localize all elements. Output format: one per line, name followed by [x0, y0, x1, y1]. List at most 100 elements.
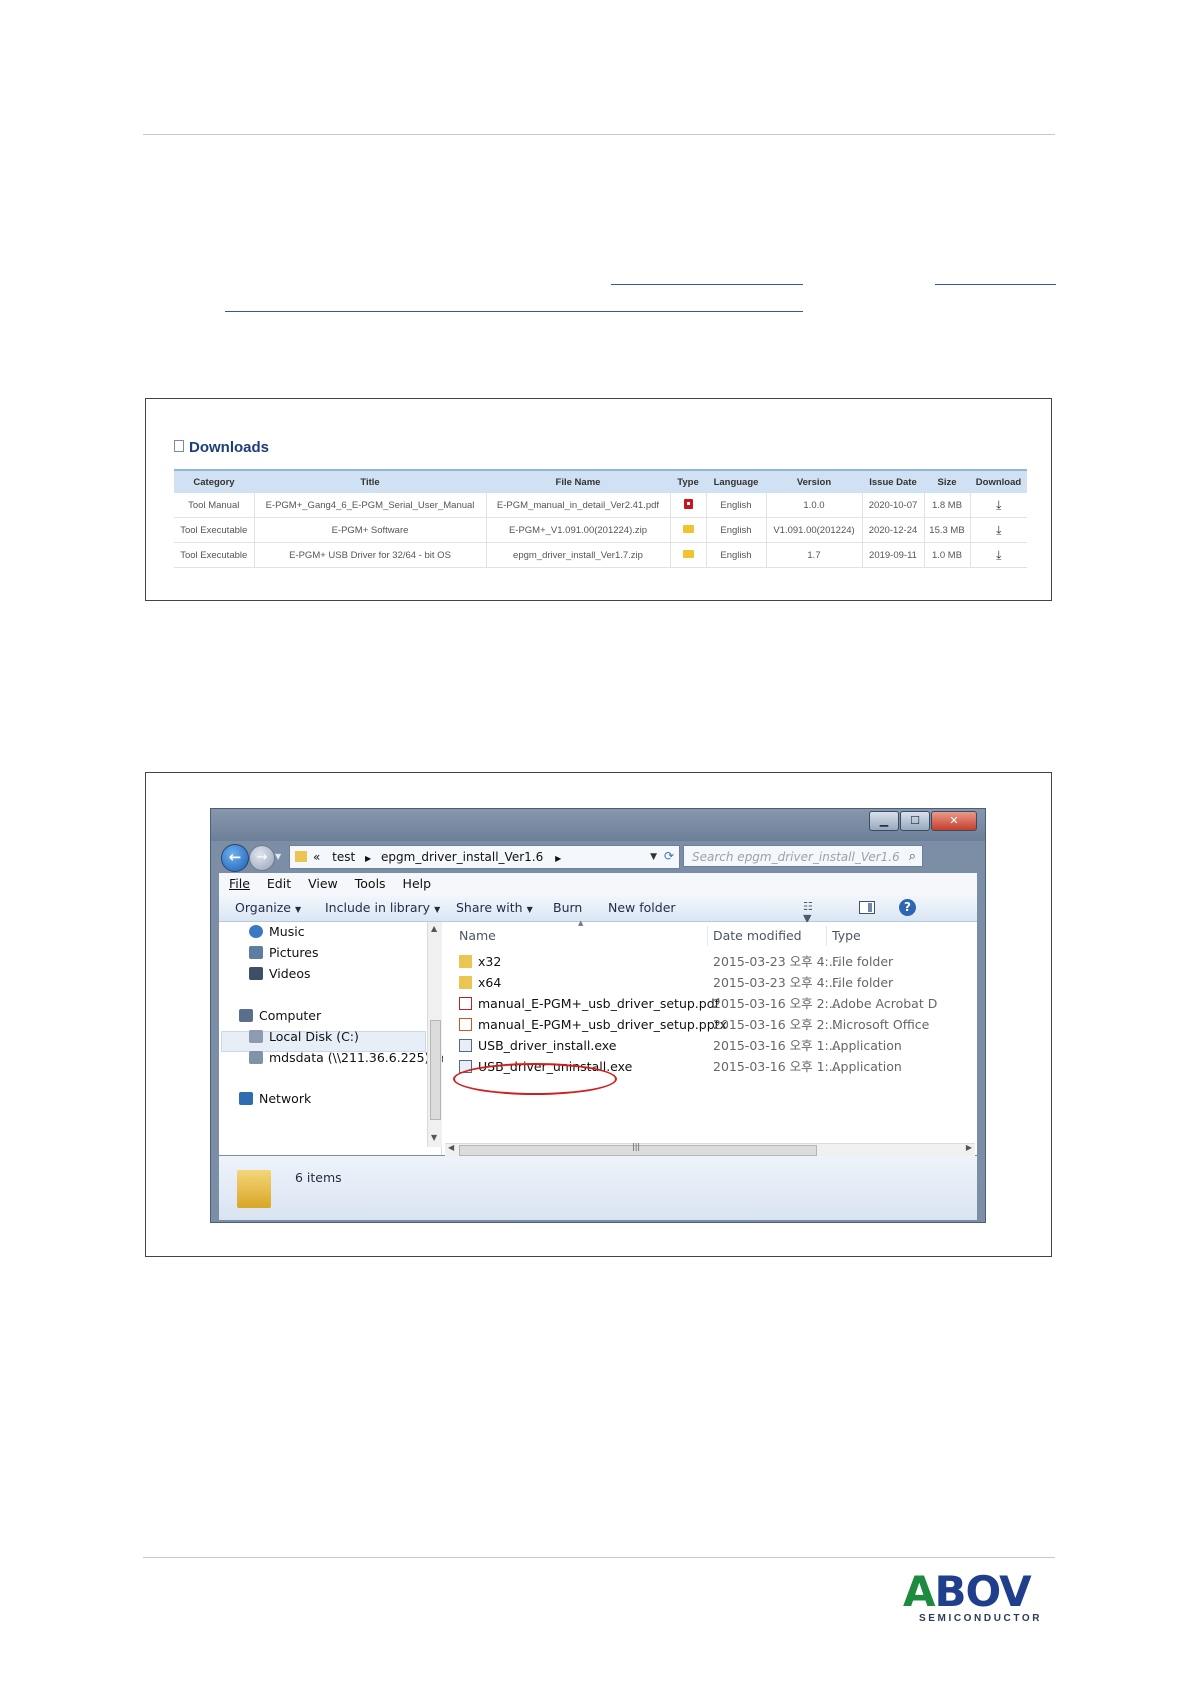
share-with-button[interactable]: Share with ▼: [456, 895, 533, 923]
file-row[interactable]: manual_E-PGM+_usb_driver_setup.pdf 2015-…: [443, 994, 977, 1014]
address-chevrons[interactable]: «: [313, 850, 320, 864]
file-row-highlighted[interactable]: USB_driver_install.exe 2015-03-16 오후 1:.…: [443, 1036, 977, 1056]
window-title-bar[interactable]: ▁ ☐ ✕: [211, 809, 985, 841]
logo-subtitle: SEMICONDUCTOR: [919, 1613, 1043, 1624]
column-header: Category: [174, 469, 254, 493]
pptx-file-icon: [459, 1018, 472, 1031]
cell-title[interactable]: E-PGM+_Gang4_6_E-PGM_Serial_User_Manual: [254, 493, 487, 518]
column-divider[interactable]: [826, 926, 827, 946]
cell-title[interactable]: E-PGM+ Software: [254, 517, 487, 543]
view-options-icon[interactable]: ☷ ▼: [803, 901, 817, 925]
maximize-button[interactable]: ☐: [900, 811, 930, 831]
minimize-button[interactable]: ▁: [869, 811, 899, 831]
cell-download: ⤓: [970, 493, 1027, 518]
chevron-down-icon: ▼: [295, 905, 302, 914]
zip-folder-icon: [682, 549, 694, 558]
scroll-up-icon[interactable]: ▲: [431, 924, 437, 933]
nav-item-computer[interactable]: Computer: [239, 1006, 321, 1026]
breadcrumb-folder[interactable]: epgm_driver_install_Ver1.6: [381, 850, 543, 864]
cell-title[interactable]: E-PGM+ USB Driver for 32/64 - bit OS: [254, 542, 487, 568]
close-button[interactable]: ✕: [931, 811, 977, 831]
scrollbar-thumb[interactable]: [430, 1020, 441, 1120]
menu-tools[interactable]: Tools: [355, 876, 386, 891]
search-icon[interactable]: ⌕: [909, 846, 916, 868]
menu-bar: File Edit View Tools Help: [219, 873, 977, 895]
link-underline-3[interactable]: [225, 311, 803, 312]
downloads-heading: Downloads: [174, 439, 269, 456]
cell-category: Tool Executable: [174, 517, 255, 543]
refresh-icon[interactable]: ⟳: [661, 848, 677, 864]
breadcrumb-test[interactable]: test: [332, 850, 355, 864]
table-header-row: Category Title File Name Type Language V…: [174, 469, 1027, 493]
column-header-name[interactable]: Name: [459, 928, 496, 943]
column-header: Version: [766, 469, 862, 493]
folder-icon: [459, 976, 472, 989]
column-divider[interactable]: [707, 926, 708, 946]
cell-issue-date: 2020-12-24: [862, 517, 925, 543]
menu-help[interactable]: Help: [403, 876, 432, 891]
link-underline-2[interactable]: [935, 284, 1056, 285]
address-dropdown-icon[interactable]: ▼: [650, 846, 657, 868]
nav-item-local-disk[interactable]: Local Disk (C:): [249, 1027, 359, 1047]
scroll-left-icon[interactable]: ◀: [448, 1143, 454, 1152]
link-underline-1[interactable]: [611, 284, 803, 285]
table-row: Tool Manual E-PGM+_Gang4_6_E-PGM_Serial_…: [174, 493, 1027, 518]
table-row: Tool Executable E-PGM+ USB Driver for 32…: [174, 542, 1027, 568]
explorer-window: ▁ ☐ ✕ ← → ▼ « test ▶ epgm_driver_install…: [210, 808, 986, 1223]
cell-version: 1.0.0: [766, 493, 863, 518]
download-icon[interactable]: ⤓: [996, 524, 1001, 536]
command-bar: Organize ▼ Include in library ▼ Share with…: [219, 895, 977, 925]
nav-item-music[interactable]: Music: [249, 922, 305, 942]
preview-pane-icon[interactable]: [859, 901, 875, 914]
include-in-library-button[interactable]: Include in library ▼: [325, 895, 440, 923]
nav-item-pictures[interactable]: Pictures: [249, 943, 319, 963]
burn-button[interactable]: Burn: [553, 895, 582, 921]
abov-logo: ABOV SEMICONDUCTOR: [903, 1571, 1055, 1625]
cell-size: 1.8 MB: [924, 493, 971, 518]
file-row[interactable]: manual_E-PGM+_usb_driver_setup.pptx 2015…: [443, 1015, 977, 1035]
computer-icon: [239, 1009, 253, 1022]
cell-version: 1.7: [766, 542, 863, 568]
scrollbar-grip-icon: |||: [632, 1142, 641, 1151]
breadcrumb-separator-icon[interactable]: ▶: [365, 854, 371, 863]
menu-file[interactable]: File: [229, 876, 250, 891]
square-bullet-icon: [174, 440, 184, 452]
address-bar[interactable]: « test ▶ epgm_driver_install_Ver1.6 ▶ ▼ …: [289, 845, 680, 869]
cell-category: Tool Executable: [174, 542, 255, 568]
nav-item-videos[interactable]: Videos: [249, 964, 311, 984]
window-controls: ▁ ☐ ✕: [868, 811, 977, 831]
recent-pages-dropdown-icon[interactable]: ▼: [275, 852, 281, 861]
music-icon: [249, 925, 263, 938]
column-header-date[interactable]: Date modified: [713, 928, 802, 943]
menu-edit[interactable]: Edit: [267, 876, 291, 891]
column-header-type[interactable]: Type: [832, 928, 861, 943]
cell-issue-date: 2020-10-07: [862, 493, 925, 518]
forward-arrow-icon[interactable]: →: [249, 845, 275, 871]
new-folder-button[interactable]: New folder: [608, 895, 676, 921]
help-icon[interactable]: ?: [899, 899, 916, 916]
column-header: Title: [254, 469, 486, 493]
chevron-down-icon: ▼: [526, 905, 533, 914]
download-icon[interactable]: ⤓: [996, 549, 1001, 561]
pictures-icon: [249, 946, 263, 959]
file-row[interactable]: x32 2015-03-23 오후 4:... File folder: [443, 952, 977, 972]
back-arrow-icon[interactable]: ←: [221, 844, 249, 872]
cell-language: English: [706, 542, 767, 568]
navigation-pane: Music Pictures Videos Computer Local Dis…: [219, 922, 453, 1155]
nav-item-network[interactable]: Network: [239, 1089, 311, 1109]
download-icon[interactable]: ⤓: [996, 499, 1001, 511]
file-row[interactable]: x64 2015-03-23 오후 4:... File folder: [443, 973, 977, 993]
videos-icon: [249, 967, 263, 980]
explorer-content: Music Pictures Videos Computer Local Dis…: [219, 919, 977, 1156]
scroll-right-icon[interactable]: ▶: [966, 1143, 972, 1152]
scroll-down-icon[interactable]: ▼: [431, 1133, 437, 1142]
nav-scrollbar[interactable]: ▲ ▼: [427, 922, 442, 1147]
folder-icon: [459, 955, 472, 968]
organize-button[interactable]: Organize ▼: [235, 895, 301, 923]
breadcrumb-separator-icon[interactable]: ▶: [555, 854, 561, 863]
menu-view[interactable]: View: [308, 876, 338, 891]
nav-item-network-drive[interactable]: mdsdata (\\211.36.6.225) (Y:): [249, 1048, 453, 1068]
search-input[interactable]: Search epgm_driver_install_Ver1.6 ⌕: [683, 845, 923, 867]
downloads-table: Category Title File Name Type Language V…: [174, 469, 1027, 568]
horizontal-scrollbar[interactable]: ◀ ||| ▶: [445, 1142, 975, 1156]
